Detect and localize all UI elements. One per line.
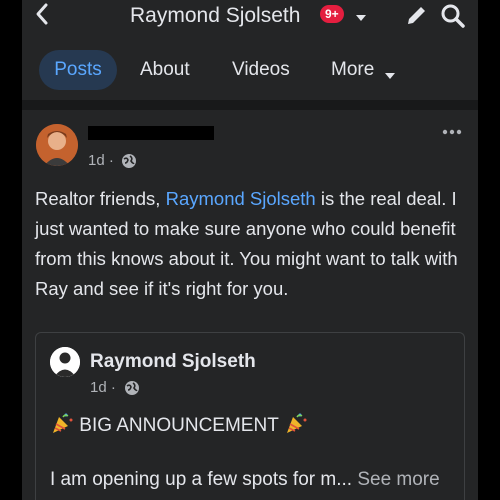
shared-author-avatar[interactable] [50,347,80,377]
snippet-text: I am opening up a few spots for m... [50,469,353,490]
chevron-down-icon[interactable] [384,67,396,85]
shared-post-card[interactable]: Raymond Sjolseth 1d · BIG ANNOUNCEMENT I… [35,332,465,500]
globe-icon [124,380,140,401]
tab-more[interactable]: More [331,50,374,90]
party-popper-icon [50,411,74,441]
tab-videos[interactable]: Videos [232,50,290,90]
top-bar: Raymond Sjolseth 9+ [22,0,478,36]
tab-about[interactable]: About [140,50,190,90]
tab-posts[interactable]: Posts [39,50,117,90]
page-title[interactable]: Raymond Sjolseth [130,4,300,28]
announcement-headline: BIG ANNOUNCEMENT [79,415,279,436]
more-options-icon[interactable] [442,122,462,140]
app-frame: Raymond Sjolseth 9+ Posts About Videos M… [22,0,478,500]
search-icon[interactable] [440,3,466,34]
globe-icon [121,153,137,174]
post-text: Realtor friends, Raymond Sjolseth is the… [35,184,465,304]
caret-down-icon[interactable] [355,9,367,27]
author-avatar[interactable] [36,124,78,166]
shared-author-name[interactable]: Raymond Sjolseth [90,351,256,373]
shared-snippet: I am opening up a few spots for m... See… [50,469,440,491]
back-arrow-icon[interactable] [34,2,50,33]
profile-tabs: Posts About Videos More [22,50,478,92]
announcement-line: BIG ANNOUNCEMENT [50,411,308,441]
post-text-prefix: Realtor friends, [35,188,166,209]
redacted-author-name [88,126,214,140]
party-popper-icon [284,411,308,441]
post-timestamp[interactable]: 1d · [88,152,114,169]
see-more-link[interactable]: See more [357,469,439,490]
pencil-icon[interactable] [405,3,429,32]
mention-link[interactable]: Raymond Sjolseth [166,188,316,209]
notification-badge: 9+ [320,5,344,23]
shared-timestamp[interactable]: 1d · [90,379,116,396]
section-divider [22,100,478,110]
